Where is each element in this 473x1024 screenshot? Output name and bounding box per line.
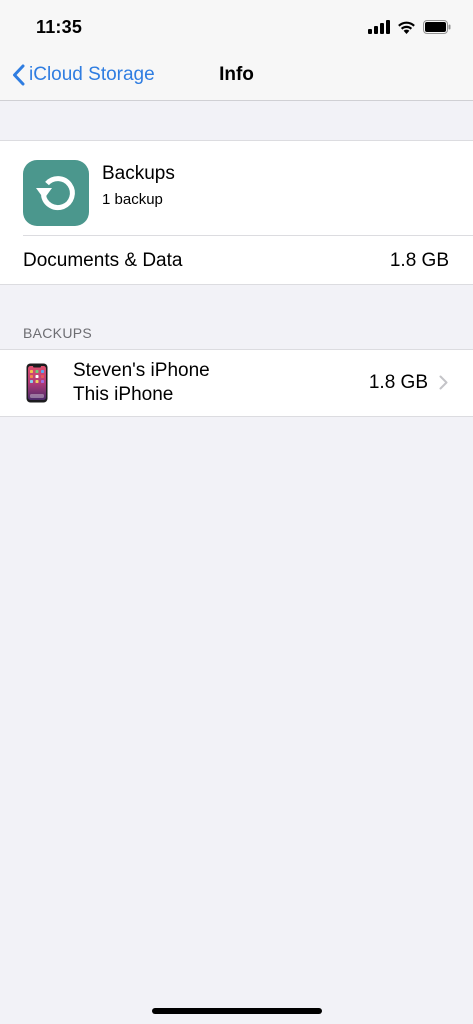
home-indicator[interactable] bbox=[152, 1008, 322, 1014]
iphone-icon bbox=[26, 363, 48, 403]
chevron-right-icon bbox=[439, 375, 448, 390]
documents-data-value: 1.8 GB bbox=[389, 250, 449, 271]
page-title: Info bbox=[219, 64, 254, 85]
app-name: Backups bbox=[102, 163, 175, 184]
restore-arrow-icon bbox=[23, 160, 89, 226]
app-subtitle: 1 backup bbox=[102, 191, 163, 208]
battery-icon bbox=[423, 20, 451, 34]
navigation-bar: iCloud Storage Info bbox=[0, 50, 473, 101]
backups-section-header: BACKUPS bbox=[23, 325, 93, 341]
app-row: Backups 1 backup bbox=[0, 141, 473, 235]
backups-list: Steven's iPhone This iPhone 1.8 GB bbox=[0, 349, 473, 417]
cellular-signal-icon bbox=[368, 20, 390, 34]
documents-data-row: Documents & Data 1.8 GB bbox=[0, 235, 473, 284]
backup-row[interactable]: Steven's iPhone This iPhone 1.8 GB bbox=[0, 350, 473, 416]
app-info-group: Backups 1 backup Documents & Data 1.8 GB bbox=[0, 140, 473, 285]
status-bar: 11:35 bbox=[0, 0, 473, 50]
backup-size: 1.8 GB bbox=[368, 372, 428, 393]
status-time: 11:35 bbox=[36, 17, 83, 37]
wifi-icon bbox=[398, 21, 415, 34]
backup-device-subtitle: This iPhone bbox=[73, 384, 174, 405]
documents-data-label: Documents & Data bbox=[23, 250, 183, 271]
backup-device-name: Steven's iPhone bbox=[73, 360, 210, 381]
status-icons bbox=[368, 19, 451, 35]
